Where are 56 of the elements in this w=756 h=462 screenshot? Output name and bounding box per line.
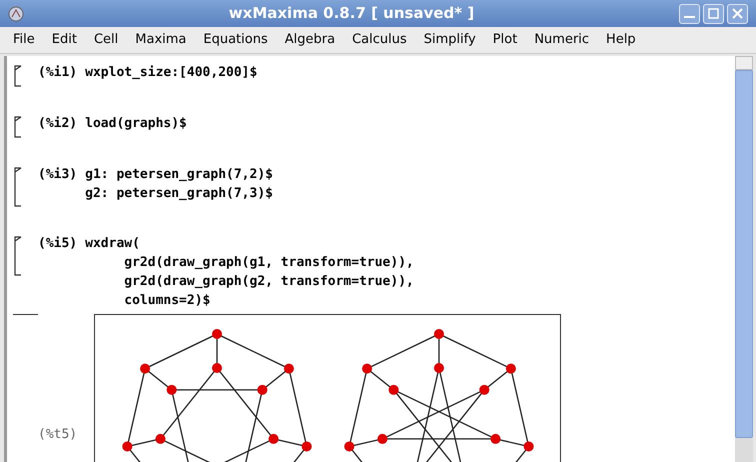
menu-item[interactable]: Maxima (128, 30, 194, 50)
graph-vertex (479, 384, 490, 395)
maximize-button[interactable] (703, 4, 724, 24)
menu-item[interactable]: Plot (486, 30, 524, 50)
code-line: g1: petersen_graph(7,2)$ (85, 166, 273, 184)
graph-vertex (257, 384, 268, 395)
minimize-icon (684, 16, 695, 18)
maximize-icon (708, 8, 719, 19)
code-line: wxplot_size:[400,200]$ (85, 64, 258, 82)
cell-bracket-icon[interactable] (13, 236, 23, 276)
output-label: (%t5) (38, 426, 78, 444)
graph-vertex (344, 441, 354, 452)
graph-vertex (155, 434, 166, 444)
menu-item[interactable]: Help (599, 30, 643, 50)
menu-item[interactable]: Equations (196, 30, 275, 50)
input-label: (%i1) (38, 64, 78, 82)
graph-vertex (388, 384, 399, 395)
graph-vertex (506, 364, 516, 374)
graph-vertex (284, 364, 294, 374)
menu-item[interactable]: Numeric (527, 30, 596, 50)
app-icon[interactable] (8, 6, 24, 22)
window-title: wxMaxima 0.8.7 [ unsaved* ] (228, 3, 476, 24)
graph-vertex (362, 364, 372, 374)
code-line: g2: petersen_graph(7,3)$ (85, 185, 273, 203)
code-line: gr2d(draw_graph(g2, transform=true)), (123, 273, 414, 291)
graph-vertex (140, 364, 150, 374)
graph-vertex (268, 434, 279, 444)
menu-item[interactable]: Edit (44, 30, 84, 50)
graph-vertex (524, 441, 534, 452)
input-label: (%i5) (38, 235, 78, 253)
graph-vertex (302, 441, 312, 452)
graph-vertex (377, 434, 388, 444)
minimize-button[interactable] (679, 4, 700, 24)
cell-bracket-icon[interactable] (13, 116, 23, 138)
close-button[interactable] (727, 4, 748, 24)
graph-vertex (212, 329, 222, 339)
code-line: load(graphs)$ (85, 115, 187, 133)
menu-item[interactable]: Algebra (278, 30, 342, 50)
graph-vertex (212, 363, 222, 373)
cell-bracket-icon[interactable] (13, 65, 23, 87)
graph-vertex (434, 363, 444, 373)
cell-bracket-icon[interactable] (13, 167, 23, 207)
input-label: (%i3) (38, 166, 78, 184)
menu-item[interactable]: Simplify (416, 30, 483, 50)
code-line: columns=2)$ (123, 292, 212, 310)
menu-item[interactable]: File (6, 30, 42, 50)
graph-vertex (434, 329, 444, 339)
graph-vertex (122, 441, 132, 452)
menu-item[interactable]: Cell (86, 30, 126, 50)
input-label: (%i2) (38, 115, 78, 133)
graph-vertex (166, 384, 177, 395)
close-icon (732, 8, 743, 19)
graph-vertex (490, 434, 501, 444)
menu-item[interactable]: Calculus (345, 30, 414, 50)
code-line: wxdraw( (85, 235, 141, 253)
code-line: gr2d(draw_graph(g1, transform=true)), (123, 254, 414, 272)
